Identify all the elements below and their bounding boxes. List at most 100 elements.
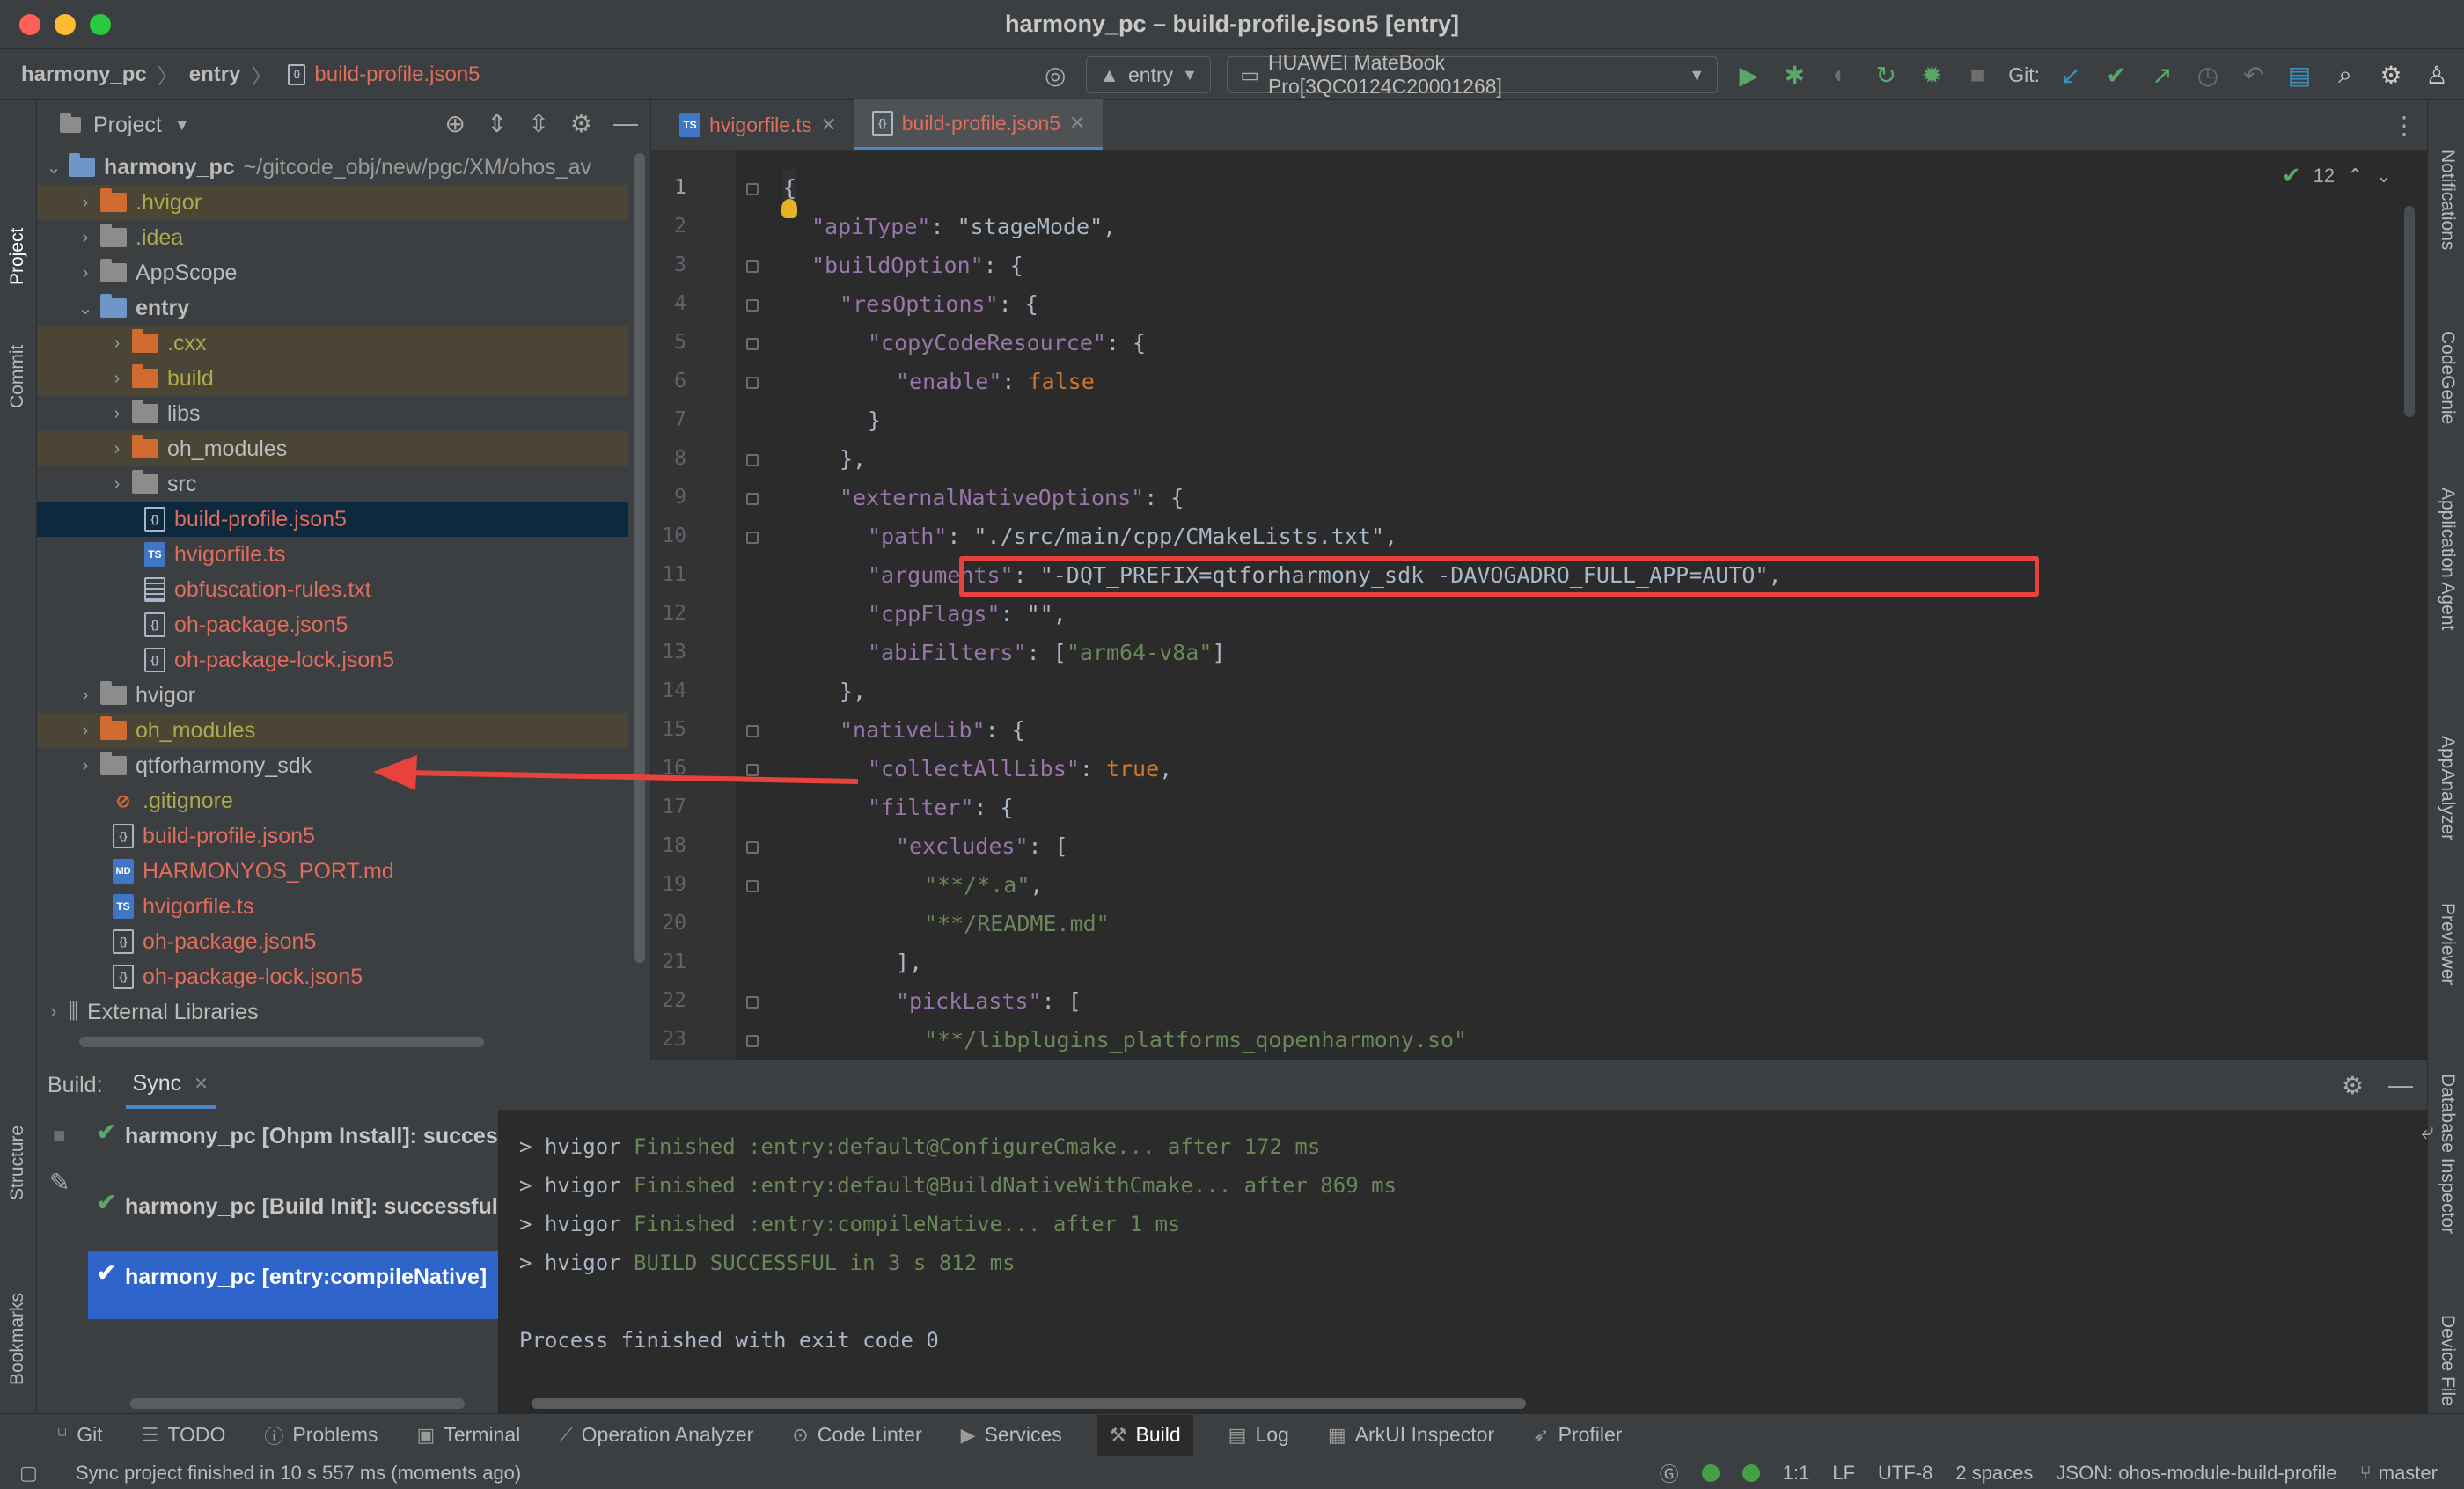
tab-build-profile[interactable]: {} build-profile.json5 ✕ — [854, 99, 1104, 150]
strip-tab-notifications[interactable]: Notifications — [2437, 150, 2458, 250]
chevron-right-icon[interactable]: › — [107, 439, 127, 459]
indent-setting[interactable]: 2 spaces — [1955, 1462, 2033, 1485]
breadcrumb-file[interactable]: build-profile.json5 — [314, 62, 480, 87]
close-icon[interactable]: ✕ — [820, 114, 836, 136]
locate-icon[interactable]: ⊕ — [444, 109, 465, 138]
chevron-right-icon[interactable]: › — [76, 686, 95, 706]
profile-icon[interactable]: ✹ — [1917, 60, 1947, 90]
maximize-window-button[interactable] — [90, 14, 111, 35]
code-area[interactable]: {"apiType": "stageMode", "buildOption": {… — [766, 151, 2402, 1060]
fold-marker-icon[interactable] — [746, 338, 759, 350]
fold-marker-icon[interactable] — [746, 996, 759, 1009]
strip-tab-application-agent[interactable]: Application Agent — [2437, 488, 2458, 630]
fold-marker-icon[interactable] — [746, 299, 759, 312]
tree-item[interactable]: {} oh-package.json5 — [37, 607, 628, 642]
json-schema[interactable]: JSON: ohos-module-build-profile — [2056, 1462, 2336, 1485]
fold-marker-icon[interactable] — [746, 454, 759, 466]
editor-vertical-scrollbar[interactable] — [2404, 206, 2415, 417]
project-view-select[interactable]: Project — [93, 113, 162, 138]
status-indicator[interactable] — [1701, 1463, 1720, 1482]
line-separator[interactable]: LF — [1832, 1462, 1855, 1485]
device-select[interactable]: ▭ HUAWEI MateBook Pro[3QC0124C20001268] … — [1227, 51, 1719, 98]
tree-item[interactable]: TS hvigorfile.ts — [37, 537, 628, 572]
tree-item[interactable]: {} build-profile.json5 — [37, 818, 628, 854]
chevron-right-icon[interactable]: › — [76, 756, 95, 776]
project-structure-icon[interactable]: ▤ — [2284, 60, 2314, 90]
git-branch[interactable]: ⑂ master — [2360, 1462, 2438, 1485]
hide-icon[interactable]: — — [2388, 1071, 2413, 1100]
build-task-item[interactable]: ✔ harmony_pc [Build Init]: successful — [88, 1180, 498, 1251]
account-icon[interactable]: ♙ — [2422, 60, 2452, 90]
soft-wrap-icon[interactable]: ⤶ — [2421, 1119, 2434, 1146]
strip-tab-commit[interactable]: Commit — [7, 345, 28, 408]
status-indicator[interactable] — [1742, 1463, 1760, 1482]
chevron-right-icon[interactable]: › — [107, 369, 127, 389]
run-icon[interactable]: ▶ — [1734, 60, 1764, 90]
tree-item[interactable]: › libs — [37, 396, 628, 431]
gear-icon[interactable]: ⚙ — [570, 109, 592, 138]
debug-icon[interactable]: ✱ — [1779, 60, 1809, 90]
build-console[interactable]: > hvigor Finished :entry:default@Configu… — [517, 1110, 2434, 1414]
tool-window-log[interactable]: ▤ Log — [1225, 1415, 1293, 1456]
tool-window-code-linter[interactable]: ⊙ Code Linter — [788, 1415, 925, 1456]
stop-icon[interactable]: ■ — [53, 1124, 66, 1148]
strip-tab-project[interactable]: Project — [7, 228, 28, 285]
tool-window-profiler[interactable]: ➶ Profiler — [1529, 1415, 1625, 1456]
tree-item-selected[interactable]: {} build-profile.json5 — [37, 502, 628, 537]
strip-tab-bookmarks[interactable]: Bookmarks — [7, 1293, 28, 1385]
target-icon[interactable]: ◎ — [1040, 60, 1070, 90]
chevron-up-icon[interactable]: ⌃ — [2347, 165, 2363, 187]
build-list-scrollbar[interactable] — [130, 1398, 465, 1409]
tab-sync[interactable]: Sync ✕ — [125, 1062, 216, 1109]
tree-item[interactable]: ⌄ entry — [37, 290, 628, 326]
tool-window-problems[interactable]: ⓘ Problems — [260, 1415, 381, 1456]
tool-window-todo[interactable]: ☰ TODO — [138, 1415, 230, 1456]
caret-position[interactable]: 1:1 — [1783, 1462, 1810, 1485]
breadcrumb-project[interactable]: harmony_pc — [21, 62, 147, 87]
strip-tab-structure[interactable]: Structure — [7, 1126, 28, 1200]
build-task-item[interactable]: ✔ harmony_pc [Ohpm Install]: successful — [88, 1110, 498, 1180]
strip-tab-database-inspector[interactable]: Database Inspector — [2437, 1074, 2458, 1234]
tree-item[interactable]: › oh_modules — [37, 431, 628, 466]
tree-item[interactable]: › oh_modules — [37, 713, 628, 748]
inspection-widget[interactable]: ✔ 12 ⌃ ⌄ — [2282, 162, 2392, 189]
file-encoding[interactable]: UTF-8 — [1878, 1462, 1932, 1485]
strip-tab-device-file[interactable]: Device File — [2437, 1315, 2458, 1406]
attach-icon[interactable]: ◐ — [1825, 60, 1855, 90]
status-message[interactable]: Sync project finished in 10 s 557 ms (mo… — [76, 1462, 521, 1485]
chevron-right-icon[interactable]: › — [76, 193, 95, 213]
tree-item[interactable]: › AppScope — [37, 255, 628, 290]
build-task-item-selected[interactable]: ✔ harmony_pc [entry:compileNative] — [88, 1251, 498, 1319]
fold-marker-icon[interactable] — [746, 1035, 759, 1047]
tree-item[interactable]: › .idea — [37, 220, 628, 255]
strip-tab-appanalyzer[interactable]: AppAnalyzer — [2437, 736, 2458, 840]
settings-icon[interactable]: ⚙ — [2376, 60, 2406, 90]
tree-item[interactable]: › .cxx — [37, 326, 628, 361]
module-select[interactable]: ▲ entry ▼ — [1086, 56, 1212, 93]
tree-item[interactable]: ⌄ harmony_pc ~/gitcode_obj/new/pgc/XM/oh… — [37, 150, 628, 185]
fold-marker-icon[interactable] — [746, 880, 759, 892]
chevron-right-icon[interactable]: › — [44, 1002, 63, 1023]
tree-item[interactable]: obfuscation-rules.txt — [37, 572, 628, 607]
chevron-right-icon[interactable]: › — [76, 263, 95, 283]
tree-item[interactable]: TS hvigorfile.ts — [37, 889, 628, 924]
tree-item[interactable]: {} oh-package-lock.json5 — [37, 959, 628, 994]
fold-marker-icon[interactable] — [746, 260, 759, 273]
fold-marker-icon[interactable] — [746, 377, 759, 389]
tool-window-terminal[interactable]: ▣ Terminal — [414, 1415, 524, 1456]
more-icon[interactable]: ⋮ — [2392, 111, 2416, 140]
tool-window-services[interactable]: ▶ Services — [957, 1415, 1066, 1456]
tree-item[interactable]: › .hvigor — [37, 185, 628, 220]
strip-tab-codegenie[interactable]: CodeGenie — [2437, 331, 2458, 424]
chevron-down-icon[interactable]: ▼ — [174, 116, 190, 135]
tree-item[interactable]: ⊘ .gitignore — [37, 783, 628, 818]
breadcrumb-module[interactable]: entry — [189, 62, 241, 87]
close-icon[interactable]: ✕ — [194, 1073, 209, 1095]
tree-item[interactable]: {} oh-package-lock.json5 — [37, 642, 628, 678]
fold-marker-icon[interactable] — [746, 532, 759, 544]
chevron-right-icon[interactable]: › — [107, 404, 127, 424]
chevron-right-icon[interactable]: › — [107, 474, 127, 495]
fold-marker-icon[interactable] — [746, 493, 759, 505]
intention-bulb-icon[interactable] — [781, 199, 797, 218]
chevron-right-icon[interactable]: › — [107, 334, 127, 354]
